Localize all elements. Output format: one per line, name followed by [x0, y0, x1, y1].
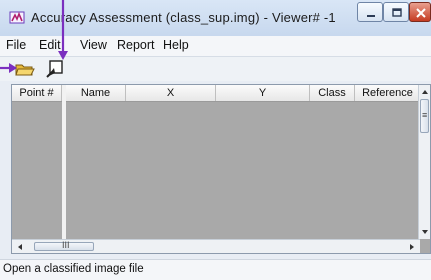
- points-table[interactable]: Point # Name X Y Class Reference ≡ III: [11, 84, 431, 254]
- column-name[interactable]: Name: [66, 85, 126, 101]
- table-body[interactable]: [12, 102, 420, 240]
- status-bar: Open a classified image file: [0, 259, 431, 280]
- scroll-left-icon[interactable]: [16, 243, 24, 251]
- column-y[interactable]: Y: [216, 85, 310, 101]
- scroll-grip-vertical: ≡: [422, 110, 428, 120]
- column-reference[interactable]: Reference: [355, 85, 420, 101]
- horizontal-scroll-thumb[interactable]: III: [34, 240, 94, 251]
- table-header: Point # Name X Y Class Reference: [12, 85, 420, 102]
- vertical-scroll-thumb[interactable]: ≡: [420, 99, 429, 133]
- status-text: Open a classified image file: [3, 263, 144, 275]
- app-window: Accuracy Assessment (class_sup.img) - Vi…: [0, 0, 431, 280]
- column-point[interactable]: Point #: [12, 85, 62, 101]
- scroll-right-icon[interactable]: [408, 243, 416, 251]
- column-divider: [62, 85, 66, 239]
- vertical-scrollbar[interactable]: ≡: [418, 85, 430, 239]
- column-class[interactable]: Class: [310, 85, 355, 101]
- scroll-down-icon[interactable]: [421, 228, 429, 236]
- column-x[interactable]: X: [126, 85, 216, 101]
- horizontal-scrollbar[interactable]: III: [12, 239, 420, 253]
- scroll-grip-horizontal: III: [62, 240, 70, 250]
- scroll-up-icon[interactable]: [421, 88, 429, 96]
